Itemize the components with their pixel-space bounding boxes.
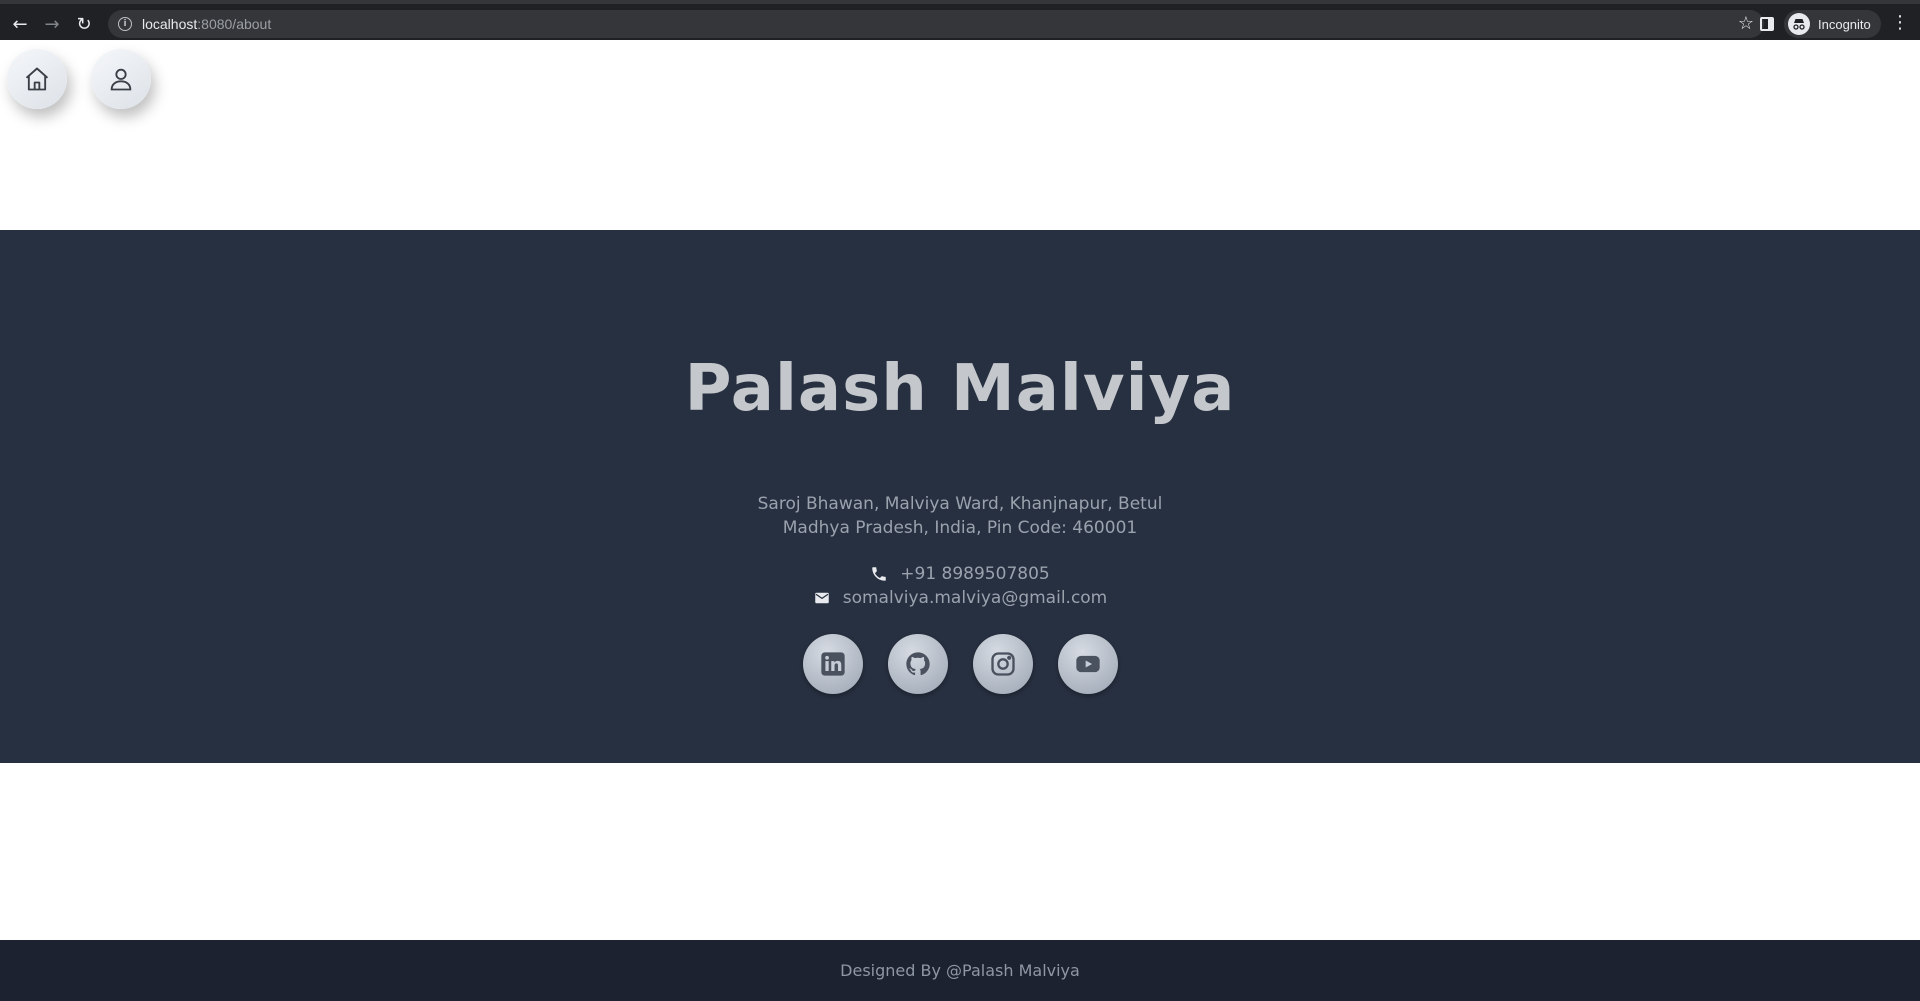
side-panel-icon[interactable] xyxy=(1760,17,1774,31)
bookmark-star-icon[interactable]: ☆ xyxy=(1738,13,1754,34)
instagram-icon xyxy=(990,652,1015,676)
page-body: Palash Malviya Saroj Bhawan, Malviya War… xyxy=(0,40,1920,1001)
youtube-icon xyxy=(1075,655,1100,673)
social-links xyxy=(802,634,1118,694)
url-text[interactable]: localhost:8080/about xyxy=(142,16,271,32)
home-icon xyxy=(25,67,49,91)
linkedin-icon xyxy=(820,652,845,676)
mail-icon xyxy=(814,592,829,604)
incognito-badge[interactable]: Incognito xyxy=(1784,10,1881,38)
contact-section: Palash Malviya Saroj Bhawan, Malviya War… xyxy=(0,230,1920,763)
reload-icon[interactable]: ↻ xyxy=(72,12,96,36)
site-info-icon[interactable]: i xyxy=(118,17,132,31)
github-icon xyxy=(905,652,930,676)
address-bar[interactable]: i localhost:8080/about ☆ xyxy=(108,10,1764,38)
contact-info: +91 8989507805 somalviya.malviya@gmail.c… xyxy=(813,562,1108,610)
youtube-button[interactable] xyxy=(1057,634,1118,694)
github-button[interactable] xyxy=(887,634,948,694)
incognito-icon xyxy=(1788,13,1810,35)
profile-button[interactable] xyxy=(91,49,151,109)
phone-icon xyxy=(872,567,887,581)
forward-arrow-icon[interactable]: → xyxy=(40,12,64,36)
back-arrow-icon[interactable]: ← xyxy=(8,12,32,36)
incognito-label: Incognito xyxy=(1818,16,1871,32)
instagram-button[interactable] xyxy=(972,634,1033,694)
browser-toolbar: ← → ↻ i localhost:8080/about ☆ Incognito… xyxy=(0,0,1920,40)
address-line-2: Madhya Pradesh, India, Pin Code: 460001 xyxy=(782,518,1138,538)
copyright-bar: Designed By @Palash Malviya xyxy=(0,940,1920,1001)
user-icon xyxy=(110,68,132,91)
home-button[interactable] xyxy=(7,49,67,109)
linkedin-button[interactable] xyxy=(802,634,863,694)
email-text[interactable]: somalviya.malviya@gmail.com xyxy=(843,588,1108,608)
designer-credit: Designed By @Palash Malviya xyxy=(840,961,1080,980)
email-row: somalviya.malviya@gmail.com xyxy=(813,586,1108,610)
phone-row: +91 8989507805 xyxy=(870,562,1050,586)
address-line-1: Saroj Bhawan, Malviya Ward, Khanjnapur, … xyxy=(757,494,1163,514)
address: Saroj Bhawan, Malviya Ward, Khanjnapur, … xyxy=(758,492,1163,540)
profile-name: Palash Malviya xyxy=(684,352,1236,426)
browser-menu-icon[interactable]: ⋮ xyxy=(1890,14,1910,32)
phone-text[interactable]: +91 8989507805 xyxy=(900,564,1049,584)
